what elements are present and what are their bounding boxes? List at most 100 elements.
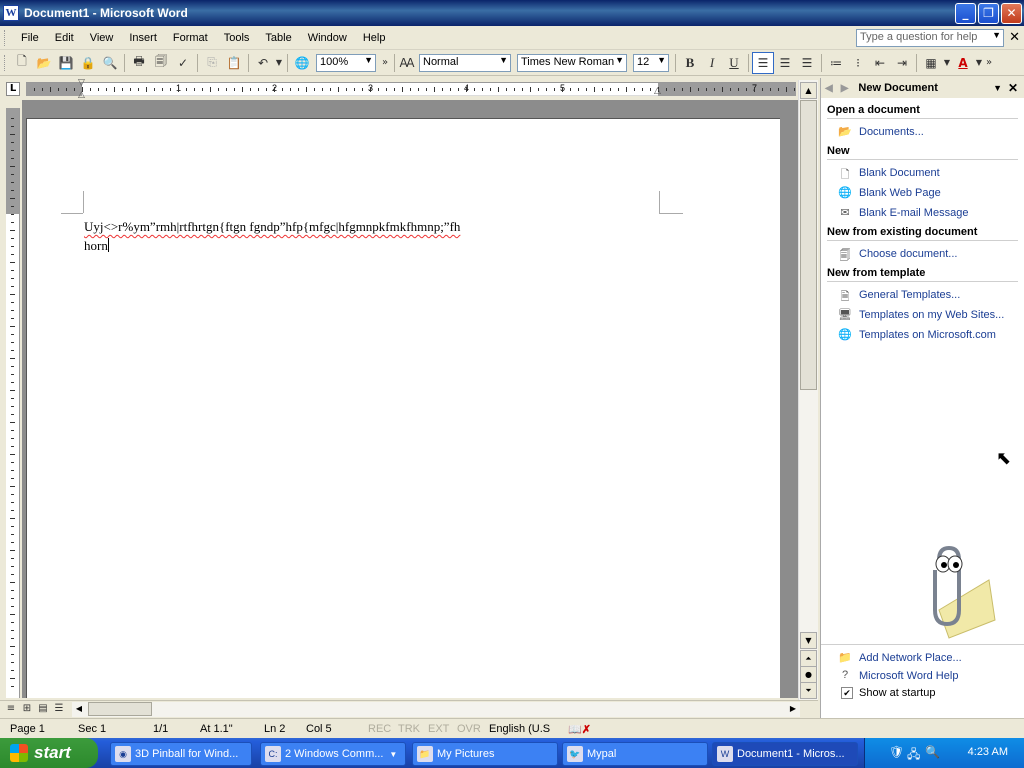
permission-icon[interactable]: 🔒 — [77, 52, 99, 74]
link-general-templates[interactable]: 🗎 General Templates... — [837, 288, 1024, 303]
link-templates-web-sites[interactable]: 🖥 Templates on my Web Sites... — [837, 308, 1024, 322]
hscroll-thumb[interactable] — [88, 702, 152, 716]
print-preview-icon[interactable]: 🔍 — [99, 52, 121, 74]
chevron-down-icon[interactable]: ▼ — [993, 83, 1002, 93]
tab-selector[interactable]: L — [6, 82, 20, 96]
first-line-indent-marker[interactable]: ▽ — [78, 78, 85, 88]
show-at-startup-checkbox[interactable]: ✔ Show at startup — [841, 687, 1024, 699]
menu-file[interactable]: File — [13, 30, 47, 46]
link-label[interactable]: Choose document... — [859, 248, 957, 260]
style-select[interactable]: Normal ▼ — [419, 53, 511, 72]
toolbar-options-icon[interactable]: » — [984, 52, 994, 74]
next-page-button[interactable]: ⏷ — [800, 682, 817, 699]
undo-icon[interactable]: ↶ — [252, 52, 274, 74]
network-icon[interactable]: 🖧 — [907, 745, 920, 766]
vertical-ruler[interactable] — [6, 108, 20, 698]
align-right-icon[interactable]: ☰ — [796, 52, 818, 74]
link-label[interactable]: Templates on Microsoft.com — [859, 329, 996, 341]
align-left-icon[interactable]: ☰ — [752, 51, 774, 74]
close-document-icon[interactable]: ✕ — [1009, 30, 1020, 45]
link-templates-microsoft[interactable]: 🌐 Templates on Microsoft.com — [837, 328, 1024, 342]
vertical-scrollbar[interactable]: ▲ ▼ ⏶ ● ⏷ — [798, 80, 818, 700]
horizontal-scrollbar[interactable]: ◀ ▶ — [72, 702, 800, 717]
menu-edit[interactable]: Edit — [47, 30, 82, 46]
chevron-down-icon[interactable]: ▼ — [615, 55, 624, 65]
restore-button[interactable]: ❐ — [978, 3, 999, 24]
help-question-input[interactable]: Type a question for help ▼ — [856, 29, 1004, 47]
scroll-up-button[interactable]: ▲ — [800, 82, 817, 99]
office-assistant-clippy-icon[interactable] — [899, 540, 999, 640]
checkbox-checked-icon[interactable]: ✔ — [841, 687, 853, 699]
print-layout-view-icon[interactable]: ▤ — [36, 702, 50, 716]
status-ext[interactable]: EXT — [428, 723, 449, 735]
close-icon[interactable]: ✕ — [1008, 81, 1018, 95]
document-page[interactable]: Uyj<>r%ym”rmh|rtfhrtgn{ftgn fgndp”hfp{mf… — [26, 118, 780, 698]
taskbar-pinball[interactable]: ◉ 3D Pinball for Wind... — [110, 742, 252, 766]
chevron-down-icon[interactable]: ▼ — [992, 30, 1001, 40]
paste-icon[interactable]: 📋 — [223, 52, 245, 74]
status-ovr[interactable]: OVR — [457, 723, 481, 735]
borders-icon[interactable]: ▦ — [920, 52, 942, 74]
save-icon[interactable]: 💾 — [55, 52, 77, 74]
menu-table[interactable]: Table — [257, 30, 299, 46]
new-document-icon[interactable]: 🗋 — [11, 52, 33, 74]
ruler-track[interactable]: 1 2 3 4 5 7 — [26, 82, 796, 96]
menu-grip[interactable] — [4, 29, 7, 46]
outline-view-icon[interactable]: ☰ — [52, 702, 66, 716]
start-button[interactable]: start — [0, 738, 98, 768]
word-app-icon[interactable]: W — [3, 5, 19, 21]
underline-button[interactable]: U — [723, 52, 745, 74]
link-label[interactable]: Blank Document — [859, 167, 940, 179]
chevron-down-icon[interactable]: ▼ — [657, 55, 666, 65]
document-line-2[interactable]: horn — [84, 238, 108, 253]
scroll-down-button[interactable]: ▼ — [800, 632, 817, 649]
print-preview2-icon[interactable]: 🗐 — [150, 52, 172, 74]
print-icon[interactable]: 🖶 — [128, 52, 150, 74]
scroll-right-button[interactable]: ▶ — [786, 702, 800, 716]
status-trk[interactable]: TRK — [398, 723, 420, 735]
menu-format[interactable]: Format — [165, 30, 216, 46]
close-button[interactable]: ✕ — [1001, 3, 1022, 24]
web-layout-view-icon[interactable]: ⊞ — [20, 702, 34, 716]
menu-tools[interactable]: Tools — [216, 30, 258, 46]
toolbar-options-icon[interactable]: » — [379, 52, 391, 74]
scroll-thumb[interactable] — [800, 100, 817, 390]
link-add-network-place[interactable]: 📁 Add Network Place... — [837, 651, 1024, 665]
numbering-icon[interactable]: ≔ — [825, 52, 847, 74]
spelling-status-icon[interactable]: 📖✗ — [568, 723, 591, 736]
link-label[interactable]: Blank E-mail Message — [859, 207, 968, 219]
previous-page-button[interactable]: ⏶ — [800, 650, 817, 667]
link-choose-document[interactable]: 🗐 Choose document... — [837, 247, 1024, 262]
taskbar-word-document[interactable]: W Document1 - Micros... — [712, 742, 858, 766]
undo-dropdown-icon[interactable]: ▼ — [274, 52, 284, 74]
increase-indent-icon[interactable]: ⇥ — [891, 52, 913, 74]
font-color-icon[interactable]: A — [952, 52, 974, 74]
link-label[interactable]: General Templates... — [859, 289, 960, 301]
chevron-down-icon[interactable]: ▼ — [364, 55, 373, 65]
link-label[interactable]: Documents... — [859, 126, 924, 138]
web-globe-icon[interactable]: 🌐 — [291, 52, 313, 74]
menu-help[interactable]: Help — [355, 30, 394, 46]
menu-view[interactable]: View — [82, 30, 122, 46]
select-browse-object-button[interactable]: ● — [800, 666, 817, 683]
forward-arrow-icon[interactable]: ▶ — [841, 83, 849, 94]
status-rec[interactable]: REC — [368, 723, 391, 735]
left-indent-marker[interactable]: △ — [78, 90, 85, 100]
link-documents[interactable]: 📂 Documents... — [837, 125, 1024, 139]
font-size-select[interactable]: 12 ▼ — [633, 53, 669, 72]
clock[interactable]: 4:23 AM — [968, 746, 1008, 758]
link-word-help[interactable]: ? Microsoft Word Help — [837, 669, 1024, 683]
back-arrow-icon[interactable]: ◀ — [825, 83, 833, 94]
chevron-down-icon[interactable]: ▼ — [499, 55, 508, 65]
document-body[interactable]: Uyj<>r%ym”rmh|rtfhrtgn{ftgn fgndp”hfp{mf… — [84, 217, 644, 255]
document-line-1[interactable]: Uyj<>r%ym”rmh|rtfhrtgn{ftgn fgndp”hfp{mf… — [84, 217, 644, 236]
align-center-icon[interactable]: ☰ — [774, 52, 796, 74]
security-shield-icon[interactable]: 🛡 — [889, 745, 904, 759]
open-folder-icon[interactable]: 📂 — [33, 52, 55, 74]
bold-button[interactable]: B — [679, 52, 701, 74]
minimize-button[interactable]: _ — [955, 3, 976, 24]
copy-icon[interactable]: ⎘ — [201, 52, 223, 74]
link-label[interactable]: Blank Web Page — [859, 187, 941, 199]
menu-window[interactable]: Window — [300, 30, 355, 46]
link-label[interactable]: Add Network Place... — [859, 652, 962, 664]
